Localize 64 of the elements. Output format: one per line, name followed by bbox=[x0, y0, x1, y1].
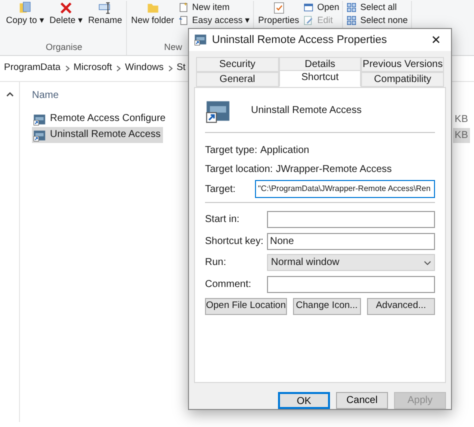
file-row[interactable]: Remote Access Configure bbox=[32, 111, 168, 127]
chevron-icon bbox=[64, 65, 70, 72]
group-label: Organise bbox=[46, 41, 82, 54]
edit-icon bbox=[303, 14, 314, 26]
field-label: Target type: bbox=[205, 144, 258, 158]
chevron-icon bbox=[116, 65, 122, 72]
tab[interactable]: Security bbox=[196, 56, 279, 72]
delete-icon bbox=[59, 1, 74, 15]
action-button[interactable]: Open File Location bbox=[205, 298, 287, 315]
ribbon-button[interactable]: New item bbox=[178, 1, 250, 13]
breadcrumb-item[interactable]: Microsoft bbox=[74, 61, 112, 76]
input-field[interactable] bbox=[267, 276, 435, 293]
field-value: JWrapper-Remote Access bbox=[276, 162, 392, 177]
file-size: KB bbox=[452, 128, 470, 142]
tab[interactable]: Shortcut bbox=[278, 70, 362, 87]
window-title: Uninstall Remote Access Properties bbox=[212, 32, 388, 48]
breadcrumb-item[interactable]: Windows bbox=[125, 61, 164, 76]
target-field[interactable]: "C:\ProgramData\JWrapper-Remote Access\Ren bbox=[255, 180, 435, 198]
select-icon bbox=[346, 2, 358, 12]
file-size: KB bbox=[454, 112, 469, 126]
tab[interactable]: Compatibility bbox=[361, 72, 444, 87]
documents-icon bbox=[18, 1, 32, 15]
field-label: Run: bbox=[205, 256, 228, 270]
close-button[interactable]: ✕ bbox=[426, 30, 446, 49]
folder-icon bbox=[146, 1, 160, 15]
input-field[interactable] bbox=[267, 211, 435, 228]
chevron-down-icon bbox=[424, 260, 431, 265]
rename-icon bbox=[98, 1, 112, 15]
field-label: Start in: bbox=[205, 213, 240, 228]
field-label: Comment: bbox=[205, 278, 252, 292]
breadcrumb-item[interactable]: St bbox=[176, 61, 186, 76]
field-label: Target: bbox=[205, 182, 237, 197]
chevron-icon bbox=[168, 65, 173, 72]
select-icon bbox=[346, 14, 358, 26]
tab[interactable]: Details bbox=[278, 56, 362, 72]
ribbon-button[interactable]: Easy access ▾ bbox=[178, 14, 250, 26]
shortcut-icon bbox=[194, 33, 207, 46]
ribbon-button[interactable]: Select all bbox=[346, 1, 408, 13]
ribbon-button[interactable]: Delete ▾ bbox=[48, 1, 84, 25]
file-row[interactable]: Uninstall Remote Access bbox=[32, 127, 163, 143]
field-label: Shortcut key: bbox=[205, 234, 264, 249]
shortcut-icon bbox=[33, 112, 46, 126]
breadcrumb-item[interactable]: ProgramData bbox=[4, 61, 60, 76]
ribbon-button[interactable]: Properties bbox=[257, 1, 300, 25]
ribbon-button[interactable]: New folder bbox=[130, 1, 176, 25]
dialog-button[interactable]: Cancel bbox=[336, 392, 388, 409]
ribbon-button[interactable]: Select none bbox=[346, 14, 408, 26]
group-label: New bbox=[164, 41, 182, 54]
action-button[interactable]: Advanced... bbox=[366, 298, 435, 315]
field-label: Target location: bbox=[205, 162, 273, 177]
run-dropdown[interactable]: Normal window bbox=[267, 254, 435, 272]
tab[interactable]: Previous Versions bbox=[361, 56, 444, 72]
caret-up-icon bbox=[6, 92, 14, 97]
field-value: Application bbox=[260, 144, 310, 158]
dialog-button[interactable]: OK bbox=[278, 392, 330, 409]
action-button[interactable]: Change Icon... bbox=[292, 298, 361, 315]
easy-access-icon bbox=[178, 14, 190, 26]
ribbon-button[interactable]: Open bbox=[303, 1, 340, 13]
shortcut-name: Uninstall Remote Access bbox=[251, 104, 362, 118]
input-field[interactable]: None bbox=[267, 232, 435, 250]
tab[interactable]: General bbox=[196, 72, 279, 87]
ribbon-button[interactable]: Rename bbox=[87, 1, 124, 25]
shortcut-icon bbox=[33, 128, 46, 142]
ribbon-button[interactable]: Copy to ▾ bbox=[5, 1, 46, 25]
